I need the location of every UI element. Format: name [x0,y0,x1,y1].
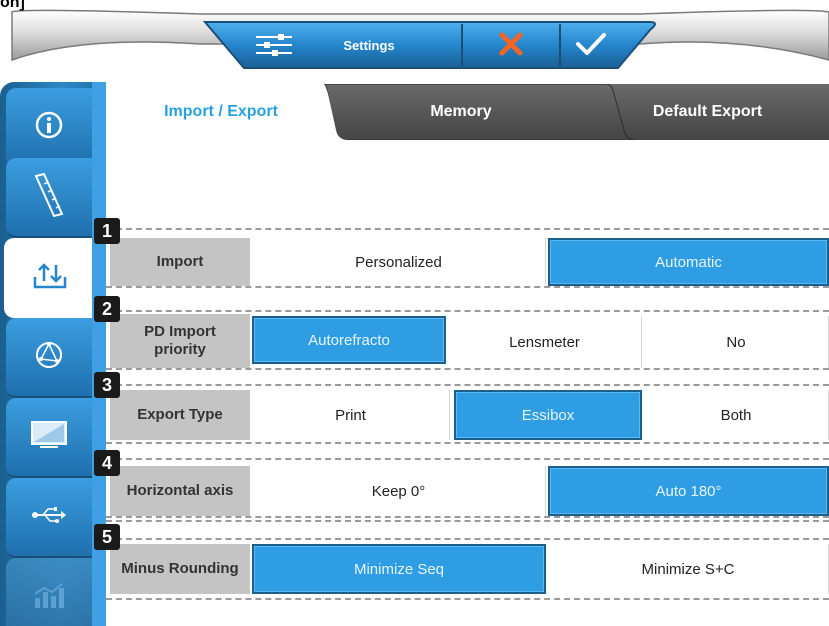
info-icon [34,110,64,145]
settings-button[interactable]: Settings [232,22,462,68]
pd-option-no[interactable]: No [644,316,829,368]
tab-memory[interactable]: Memory [336,84,586,140]
monitor-icon [30,420,68,455]
section-number-badge-3: 3 [94,372,120,398]
pd-import-priority-label-line2: priority [154,341,206,358]
section-number-badge-2: 2 [94,296,120,322]
axis-option-auto-180[interactable]: Auto 180° [548,466,829,516]
export-option-print[interactable]: Print [252,390,450,440]
nav-display[interactable] [6,398,92,478]
settings-screen: on] Settings Import / Export Memory Defa… [0,0,829,626]
export-option-both[interactable]: Both [644,390,829,440]
close-x-icon [498,31,524,60]
pd-option-autorefracto[interactable]: Autorefracto [252,316,446,364]
tab-bar: Import / Export Memory Default Export [106,84,829,140]
nav-usb[interactable] [6,478,92,558]
section-number-badge-4: 4 [94,450,120,476]
section-number-badge-5: 5 [94,524,120,550]
import-label: Import [110,238,250,286]
minus-rounding-label: Minus Rounding [110,544,250,594]
horizontal-axis-label: Horizontal axis [110,466,250,516]
cancel-button[interactable] [464,22,558,68]
nav-ruler[interactable] [6,158,92,238]
nav-stats [6,558,92,626]
usb-icon [31,505,67,530]
section-number-badge-1: 1 [94,218,120,244]
checkmark-icon [575,31,607,60]
lens-axis-icon [33,339,65,376]
pd-import-priority-label-line1: PD Import [144,323,216,340]
export-type-label: Export Type [110,390,250,440]
settings-label: Settings [343,37,395,53]
ruler-icon [32,172,66,223]
settings-content: Import Personalized Automatic PD Import … [94,140,829,626]
chart-icon [32,582,66,615]
left-nav-rail [0,82,106,626]
tab-default-export[interactable]: Default Export [586,84,829,140]
nav-import-export[interactable] [4,238,96,318]
pd-import-priority-label: PD Import priority [110,314,250,368]
tab-import-export[interactable]: Import / Export [106,84,336,140]
import-option-personalized[interactable]: Personalized [252,238,546,286]
toolbar: Settings [232,22,652,68]
section-minus-rounding-top [106,520,829,528]
pd-option-lensmeter[interactable]: Lensmeter [448,316,642,368]
confirm-button[interactable] [560,22,652,68]
export-option-essibox[interactable]: Essibox [454,390,642,440]
axis-option-keep-0[interactable]: Keep 0° [252,466,546,516]
nav-info[interactable] [6,88,92,168]
import-option-automatic[interactable]: Automatic [548,238,829,286]
top-bar: on] Settings [0,0,829,90]
rounding-option-minimize-sc[interactable]: Minimize S+C [548,544,829,594]
corner-label: on] [0,0,25,11]
nav-lens[interactable] [6,318,92,398]
rounding-option-minimize-seq[interactable]: Minimize Seq [252,544,546,594]
sliders-icon [254,31,294,62]
import-export-icon [31,261,69,296]
